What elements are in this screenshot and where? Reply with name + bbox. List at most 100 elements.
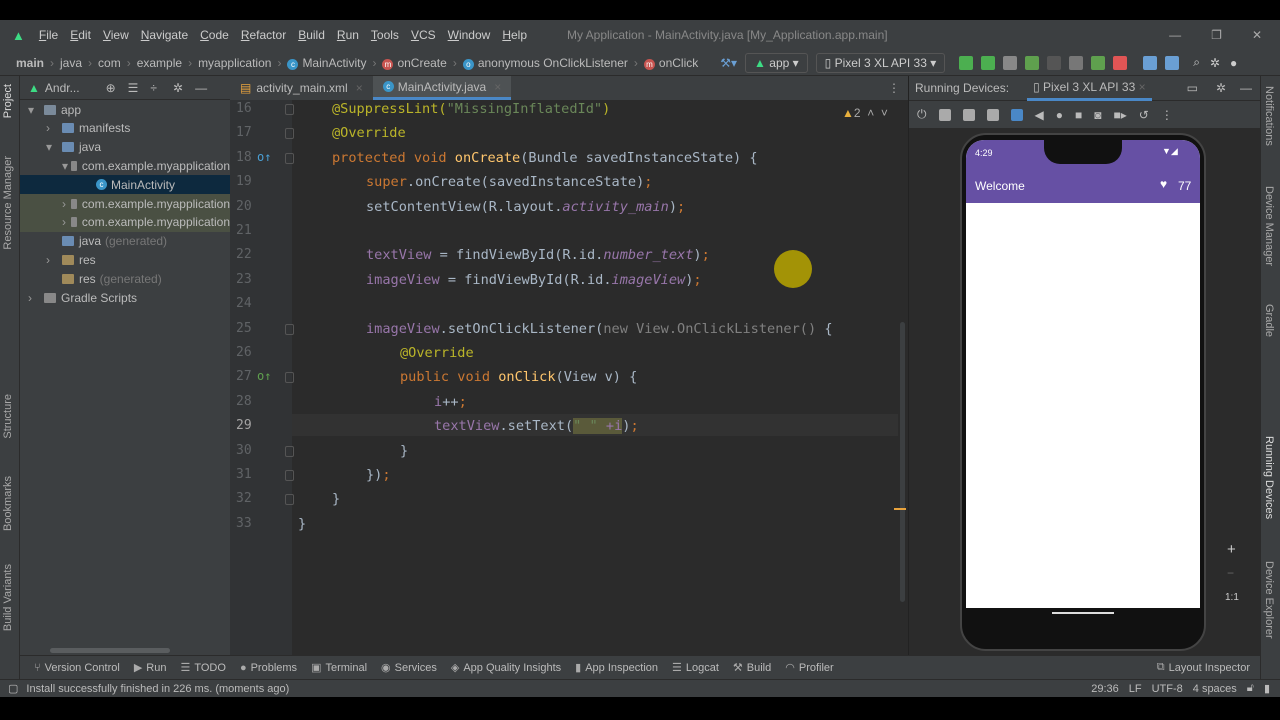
chevron-icon[interactable]: ▾ [46, 140, 62, 154]
code-line[interactable]: } [400, 443, 408, 459]
options-icon[interactable]: ✲ [173, 81, 183, 95]
file-encoding[interactable]: UTF-8 [1152, 683, 1183, 695]
code-line[interactable]: } [298, 516, 306, 532]
strip-project[interactable]: Project [2, 84, 14, 118]
breadcrumb-item[interactable]: main [16, 56, 44, 70]
minimize-button[interactable]: — [1169, 28, 1181, 42]
tool-todo[interactable]: ☰ TODO [180, 661, 225, 675]
overview-icon[interactable]: ■ [1075, 108, 1082, 122]
menu-run[interactable]: Run [337, 28, 359, 42]
code-line[interactable]: @Override [400, 345, 474, 361]
back-icon[interactable]: ◀ [1035, 108, 1044, 122]
code-line[interactable]: }); [366, 467, 391, 483]
actual-size-button[interactable]: 1:1 [1225, 592, 1239, 603]
screenshot-icon[interactable]: ◙ [1094, 108, 1101, 122]
tool-app-quality-insights[interactable]: ◈ App Quality Insights [451, 661, 561, 675]
tool-build[interactable]: ⚒ Build [733, 661, 771, 675]
project-view-dropdown[interactable]: Andr... [45, 81, 80, 95]
search-icon[interactable]: ⌕ [1193, 55, 1200, 70]
tree-item[interactable]: java (generated) [20, 232, 230, 251]
breadcrumb-item[interactable]: m onCreate [382, 56, 447, 70]
fold-icon[interactable] [285, 128, 294, 140]
menu-window[interactable]: Window [448, 28, 491, 42]
fold-icon[interactable] [285, 494, 294, 506]
menu-view[interactable]: View [103, 28, 129, 42]
code-line[interactable]: @Override [332, 125, 406, 141]
screen-record-icon[interactable]: ■▸ [1113, 108, 1126, 122]
profile-icon[interactable] [1069, 55, 1084, 70]
attach-debugger-icon[interactable] [1091, 55, 1106, 70]
tree-item[interactable]: › Gradle Scripts [20, 288, 230, 307]
tool-profiler[interactable]: ◠ Profiler [785, 661, 833, 675]
close-button[interactable]: ✕ [1252, 28, 1262, 42]
strip-gradle[interactable]: Gradle [1263, 304, 1275, 337]
code-editor[interactable]: 16 17 18 o↑ 19 20 21 22 23 24 25 26 27 o↑ 28 29 30 31 32 33… [230, 100, 908, 655]
code-line[interactable]: @SuppressLint("MissingInflatedId") [332, 101, 610, 117]
fold-icon[interactable] [285, 470, 294, 481]
code-line[interactable]: imageView.setOnClickListener(new View.On… [366, 321, 833, 337]
tab-mainactivity-java[interactable]: c MainActivity.java × [372, 76, 512, 100]
breadcrumb-item[interactable]: com [98, 56, 121, 70]
nav-gesture-bar[interactable] [1052, 612, 1114, 614]
status-toggle-icon[interactable]: ▢ [8, 682, 18, 695]
code-line[interactable]: setContentView(R.layout.activity_main); [366, 199, 685, 215]
warning-marker[interactable] [894, 508, 906, 510]
chevron-icon[interactable]: ▾ [62, 159, 71, 173]
tree-item[interactable]: › com.example.myapplication [20, 212, 230, 232]
project-scrollbar[interactable] [50, 648, 170, 653]
layout-inspector-button[interactable]: ⧉ Layout Inspector [1157, 661, 1250, 674]
menu-build[interactable]: Build [298, 28, 325, 42]
menu-code[interactable]: Code [200, 28, 229, 42]
stop-icon[interactable] [1113, 55, 1128, 70]
collapse-all-icon[interactable]: ÷ [150, 81, 157, 95]
menu-file[interactable]: File [39, 28, 58, 42]
menu-help[interactable]: Help [502, 28, 527, 42]
more-tabs-icon[interactable]: ⋮ [888, 81, 900, 95]
volume-down-icon[interactable] [962, 108, 975, 121]
chevron-icon[interactable]: › [62, 215, 71, 229]
apply-code-changes-icon[interactable] [981, 55, 996, 70]
tree-item[interactable]: › res [20, 250, 230, 269]
rotate-right-icon[interactable] [1010, 108, 1023, 121]
tree-item[interactable]: › com.example.myapplication [20, 194, 230, 213]
menu-navigate[interactable]: Navigate [141, 28, 188, 42]
tree-item[interactable]: › manifests [20, 119, 230, 138]
chevron-icon[interactable]: › [62, 197, 71, 211]
tree-item[interactable]: ▾ java [20, 138, 230, 157]
implements-method-icon[interactable]: o↑ [257, 369, 271, 383]
debug-icon[interactable] [1025, 55, 1040, 70]
breadcrumb-item[interactable]: c MainActivity [287, 56, 366, 70]
strip-notifications[interactable]: Notifications [1263, 86, 1275, 146]
status-message[interactable]: Install successfully finished in 226 ms.… [26, 683, 289, 695]
strip-device-manager[interactable]: Device Manager [1263, 186, 1275, 266]
caret-position[interactable]: 29:36 [1091, 683, 1119, 695]
code-line[interactable]: protected void onCreate(Bundle savedInst… [332, 150, 758, 166]
account-icon[interactable]: ● [1230, 56, 1237, 70]
rotate-left-icon[interactable] [986, 108, 999, 121]
settings-icon[interactable]: ✲ [1216, 81, 1226, 95]
code-line[interactable]: i++; [434, 394, 467, 410]
tool-run[interactable]: ▶ Run [134, 661, 167, 675]
device-dropdown[interactable]: ▯ Pixel 3 XL API 33 ▾ [815, 52, 946, 73]
fold-icon[interactable] [285, 323, 294, 335]
strip-bookmarks[interactable]: Bookmarks [2, 476, 14, 531]
chevron-icon[interactable]: › [46, 121, 62, 135]
fold-icon[interactable] [285, 104, 294, 115]
strip-running-devices[interactable]: Running Devices [1263, 436, 1275, 519]
chevron-icon[interactable]: › [46, 253, 62, 267]
device-screen[interactable]: 4:29 ▼◢ Welcome ♥ 77 [966, 140, 1200, 608]
breadcrumb-item[interactable]: java [60, 56, 82, 70]
code-line[interactable]: super.onCreate(savedInstanceState); [366, 174, 652, 190]
heart-icon[interactable]: ♥ [1160, 177, 1167, 191]
zoom-out-button[interactable]: − [1227, 566, 1234, 580]
editor-scrollbar[interactable] [900, 322, 905, 602]
tree-item[interactable]: ▾ com.example.myapplication [20, 156, 230, 175]
overrides-method-icon[interactable]: o↑ [257, 150, 271, 164]
run-coverage-icon[interactable] [1003, 55, 1018, 70]
strip-resource-manager[interactable]: Resource Manager [2, 156, 14, 250]
locate-icon[interactable]: ⊕ [106, 81, 116, 95]
breadcrumb-item[interactable]: example [137, 56, 182, 70]
inspection-widget[interactable]: ▲2 ˄ ˅ [842, 106, 888, 120]
fold-icon[interactable] [285, 372, 294, 384]
code-line[interactable]: imageView = findViewById(R.id.imageView)… [366, 272, 702, 288]
